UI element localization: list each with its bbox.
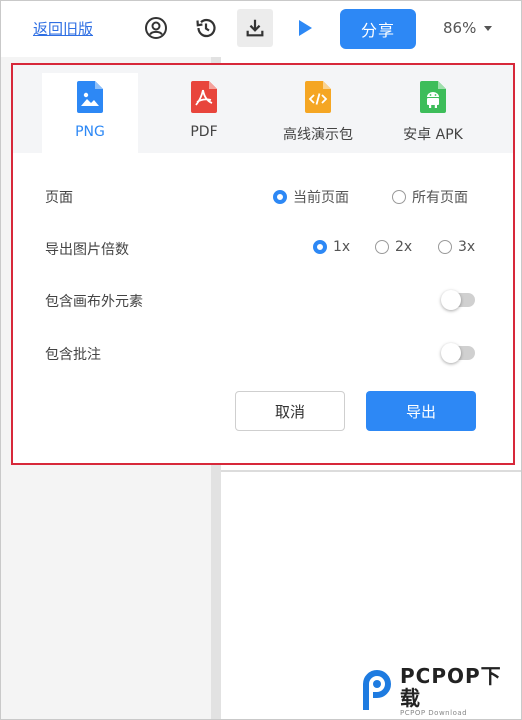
share-button[interactable]: 分享: [340, 9, 416, 49]
watermark-title: PCPOP下载: [400, 663, 502, 710]
android-file-icon: [420, 81, 446, 113]
download-icon[interactable]: [237, 9, 273, 47]
radio-current-page[interactable]: 当前页面: [273, 187, 349, 207]
format-label: 安卓 APK: [403, 127, 463, 143]
toggle-knob: [441, 343, 461, 363]
tab-pdf[interactable]: PDF: [156, 73, 252, 153]
radio-label: 当前页面: [293, 190, 349, 206]
toggle-knob: [441, 290, 461, 310]
export-panel: PNG PDF 高线演示包 安卓 APK 页面 当前页面 所有页面 导出图片倍数…: [11, 63, 515, 465]
format-label: PDF: [190, 124, 218, 140]
radio-scale-2x[interactable]: 2x: [375, 239, 412, 255]
include-comments-toggle[interactable]: [441, 343, 475, 363]
tab-android-apk[interactable]: 安卓 APK: [385, 73, 481, 153]
chevron-down-icon: [484, 25, 493, 31]
pcpop-logo-icon: [360, 670, 394, 712]
watermark-subtitle: PCPOP Download: [400, 708, 468, 717]
page-option-row: 页面 当前页面 所有页面: [45, 185, 475, 209]
radio-dot: [313, 240, 327, 254]
include-comments-row: 包含批注: [45, 342, 475, 366]
scale-option-label: 导出图片倍数: [45, 242, 129, 258]
format-tabs: PNG PDF 高线演示包 安卓 APK: [13, 65, 513, 153]
tab-png[interactable]: PNG: [42, 73, 138, 153]
back-to-old-version-link[interactable]: 返回旧版: [33, 18, 93, 39]
radio-all-pages[interactable]: 所有页面: [392, 187, 468, 207]
radio-scale-3x[interactable]: 3x: [438, 239, 475, 255]
history-icon[interactable]: [188, 9, 224, 47]
radio-label: 所有页面: [412, 190, 468, 206]
include-outside-row: 包含画布外元素: [45, 289, 475, 313]
tab-offline-package[interactable]: 高线演示包: [270, 73, 366, 153]
zoom-dropdown[interactable]: 86%: [443, 19, 493, 37]
export-button[interactable]: 导出: [366, 391, 476, 431]
include-outside-label: 包含画布外元素: [45, 294, 143, 310]
radio-dot: [392, 190, 406, 204]
top-toolbar: 返回旧版 分享 86%: [1, 1, 521, 55]
radio-scale-1x[interactable]: 1x: [313, 239, 350, 255]
code-file-icon: [305, 81, 331, 113]
png-file-icon: [77, 81, 103, 113]
include-outside-toggle[interactable]: [441, 290, 475, 310]
zoom-value: 86%: [443, 19, 477, 37]
radio-label: 2x: [395, 239, 413, 255]
pcpop-watermark: PCPOP下载 PCPOP Download: [360, 663, 522, 717]
pdf-file-icon: [191, 81, 217, 113]
cancel-button[interactable]: 取消: [235, 391, 345, 431]
format-label: PNG: [75, 124, 105, 140]
canvas-divider: [221, 470, 521, 472]
page-option-label: 页面: [45, 190, 73, 206]
include-comments-label: 包含批注: [45, 347, 101, 363]
radio-label: 1x: [333, 239, 351, 255]
scale-option-row: 导出图片倍数 1x 2x 3x: [45, 237, 475, 261]
radio-dot: [375, 240, 389, 254]
radio-label: 3x: [458, 239, 476, 255]
play-icon[interactable]: [287, 9, 323, 47]
radio-dot: [438, 240, 452, 254]
radio-dot: [273, 190, 287, 204]
format-label: 高线演示包: [283, 127, 353, 143]
user-circle-icon[interactable]: [138, 9, 174, 47]
